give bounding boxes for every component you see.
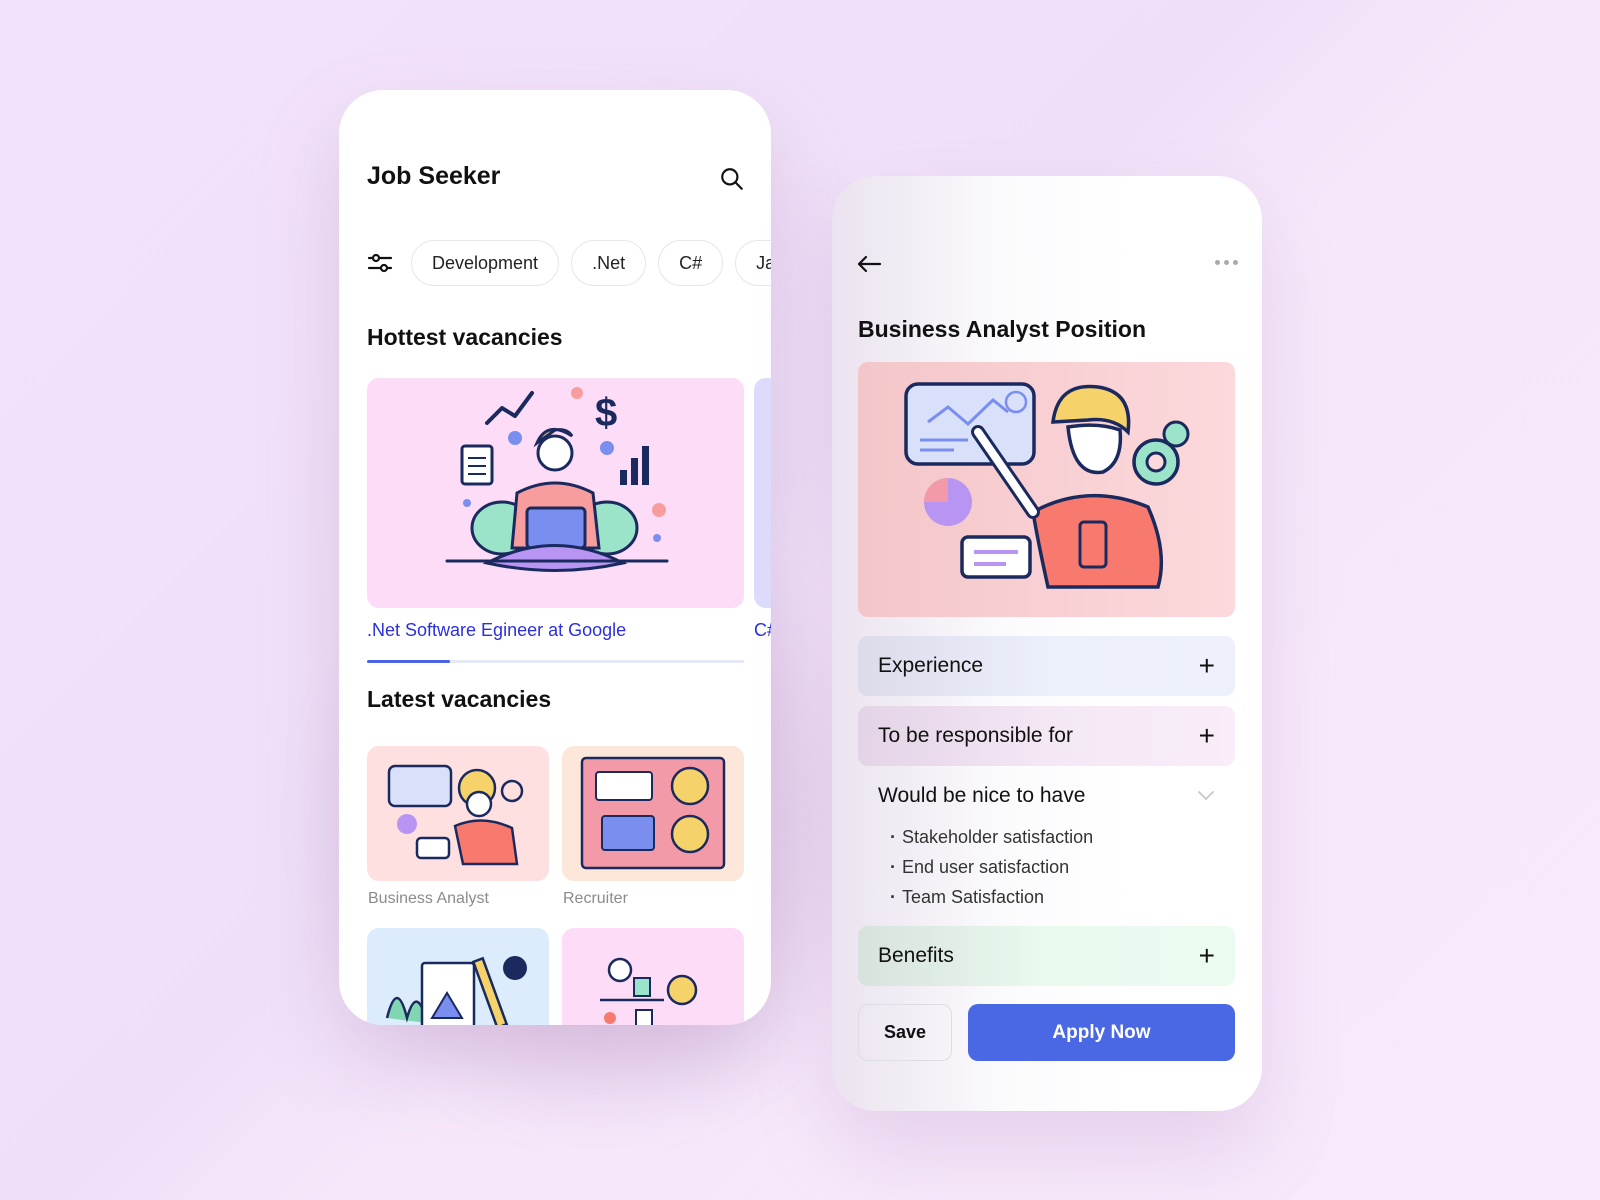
- list-item: Stakeholder satisfaction: [890, 822, 1235, 852]
- hot-vacancy-title-next[interactable]: C#: [754, 620, 771, 641]
- hot-vacancy-card[interactable]: $: [367, 378, 744, 608]
- accordion-responsibilities[interactable]: To be responsible for +: [858, 706, 1235, 766]
- chip-development[interactable]: Development: [411, 240, 560, 286]
- chip-dotnet[interactable]: .Net: [571, 240, 647, 286]
- job-hero-image: [858, 362, 1235, 617]
- nice-to-have-list: Stakeholder satisfaction End user satisf…: [858, 822, 1235, 912]
- more-horizontal-icon[interactable]: [1215, 260, 1238, 265]
- sliders-icon[interactable]: [367, 250, 393, 276]
- hottest-vacancies-heading: Hottest vacancies: [367, 324, 563, 350]
- vacancy-tile-recruiter[interactable]: [562, 746, 744, 881]
- list-item: Team Satisfaction: [890, 882, 1235, 912]
- chevron-down-icon[interactable]: [1197, 790, 1215, 802]
- vacancy-tile-business-analyst[interactable]: [367, 746, 549, 881]
- hot-vacancy-card-next[interactable]: [754, 378, 771, 608]
- accordion-nice-to-have: Would be nice to have Stakeholder satisf…: [858, 766, 1235, 912]
- tile-label: Recruiter: [563, 890, 628, 907]
- recruiter-illustration: [580, 756, 726, 870]
- accordion-label: Experience: [878, 654, 984, 677]
- search-icon[interactable]: [719, 166, 745, 192]
- save-button[interactable]: Save: [858, 1004, 952, 1061]
- manager-illustration: [600, 957, 698, 1025]
- accordion-label: Benefits: [878, 944, 954, 967]
- chip-csharp[interactable]: C#: [658, 240, 724, 286]
- list-item: End user satisfaction: [890, 852, 1235, 882]
- page-title: Job Seeker: [367, 162, 501, 190]
- plus-icon[interactable]: +: [1199, 652, 1215, 680]
- apply-now-button[interactable]: Apply Now: [968, 1004, 1235, 1061]
- accordion-header[interactable]: Would be nice to have: [858, 766, 1235, 826]
- svg-text:$: $: [595, 391, 617, 435]
- accordion-benefits[interactable]: Benefits +: [858, 926, 1235, 986]
- accordion-label: To be responsible for: [878, 724, 1073, 747]
- chip-java[interactable]: Ja: [735, 240, 771, 286]
- designer-illustration: [385, 956, 527, 1025]
- job-detail-screen: Business Analyst Position Experience + T…: [832, 176, 1262, 1111]
- carousel-progress: [367, 660, 744, 663]
- plus-icon[interactable]: +: [1199, 722, 1215, 750]
- category-chips: Development .Net C# Ja: [367, 240, 771, 286]
- tile-label: Business Analyst: [368, 890, 489, 907]
- hot-vacancy-title[interactable]: .Net Software Egineer at Google: [367, 620, 626, 641]
- developer-illustration: $: [445, 387, 669, 572]
- vacancy-tile-designer[interactable]: [367, 928, 549, 1025]
- accordion-experience[interactable]: Experience +: [858, 636, 1235, 696]
- latest-vacancies-heading: Latest vacancies: [367, 686, 552, 712]
- analyst-illustration: [387, 764, 524, 866]
- arrow-left-icon[interactable]: [856, 254, 884, 274]
- plus-icon[interactable]: +: [1199, 942, 1215, 970]
- vacancy-tile-manager[interactable]: [562, 928, 744, 1025]
- carousel-progress-fill: [367, 660, 450, 663]
- job-seeker-screen: Job Seeker Development .Net C# Ja Hottes…: [339, 90, 771, 1025]
- job-title: Business Analyst Position: [858, 316, 1146, 342]
- analyst-hero-illustration: [904, 382, 1190, 589]
- accordion-label: Would be nice to have: [878, 784, 1086, 807]
